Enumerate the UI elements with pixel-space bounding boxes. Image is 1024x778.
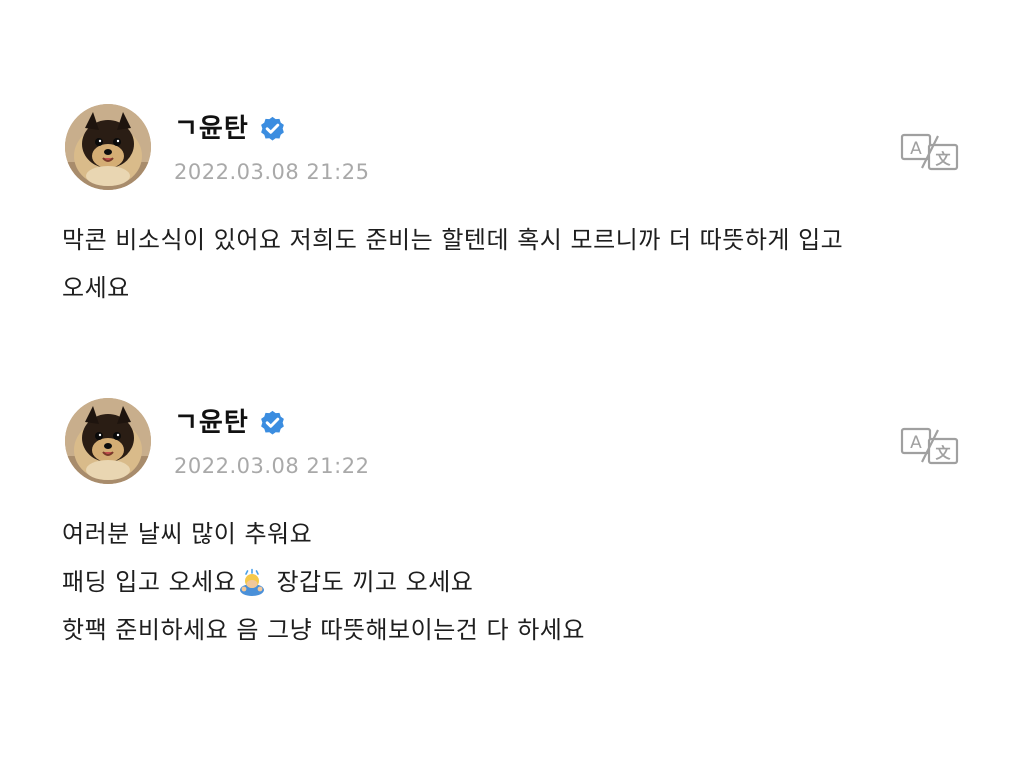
- post-card: ㄱ윤탄 2022.03.08 21:22 A 文 여러분 날씨 많이 추워요 패…: [62, 398, 962, 654]
- author-name-text: ㄱ윤탄: [174, 408, 249, 438]
- translate-button[interactable]: A 文: [900, 132, 960, 172]
- svg-text:A: A: [910, 139, 922, 159]
- bow-emoji-icon: [238, 564, 266, 596]
- post-text-line: 여러분 날씨 많이 추워요: [62, 520, 313, 548]
- translate-button[interactable]: A 文: [900, 426, 960, 466]
- post-body: 막콘 비소식이 있어요 저희도 준비는 할텐데 혹시 모르니까 더 따뜻하게 입…: [62, 216, 962, 312]
- verified-badge-icon: [258, 409, 287, 438]
- author-name[interactable]: ㄱ윤탄: [174, 407, 287, 439]
- post-timestamp: 2022.03.08 21:25: [174, 160, 370, 184]
- author-name[interactable]: ㄱ윤탄: [174, 113, 287, 145]
- post-header: ㄱ윤탄 2022.03.08 21:25 A 文: [62, 104, 962, 192]
- svg-text:A: A: [910, 433, 922, 453]
- post-text-segment: 패딩 입고 오세요: [62, 568, 237, 596]
- post-text-segment: 장갑도 끼고 오세요: [268, 568, 474, 596]
- verified-badge-icon: [258, 115, 287, 144]
- svg-text:文: 文: [935, 150, 951, 168]
- author-name-text: ㄱ윤탄: [174, 114, 249, 144]
- post-card: ㄱ윤탄 2022.03.08 21:25 A 文 막콘 비소식이 있어요 저희도…: [62, 104, 962, 312]
- avatar[interactable]: [65, 104, 151, 190]
- post-header: ㄱ윤탄 2022.03.08 21:22 A 文: [62, 398, 962, 486]
- avatar[interactable]: [65, 398, 151, 484]
- post-body: 여러분 날씨 많이 추워요 패딩 입고 오세요 장갑도 끼고 오세요 핫팩 준비…: [62, 510, 962, 654]
- translate-icon: A 文: [900, 133, 959, 171]
- translate-icon: A 文: [900, 427, 959, 465]
- svg-text:文: 文: [935, 444, 951, 462]
- post-text-line: 오세요: [62, 274, 130, 302]
- post-text-line: 핫팩 준비하세요 음 그냥 따뜻해보이는건 다 하세요: [62, 616, 585, 644]
- post-timestamp: 2022.03.08 21:22: [174, 454, 370, 478]
- post-text-line: 패딩 입고 오세요 장갑도 끼고 오세요: [62, 558, 962, 606]
- post-text-line: 막콘 비소식이 있어요 저희도 준비는 할텐데 혹시 모르니까 더 따뜻하게 입…: [62, 226, 844, 254]
